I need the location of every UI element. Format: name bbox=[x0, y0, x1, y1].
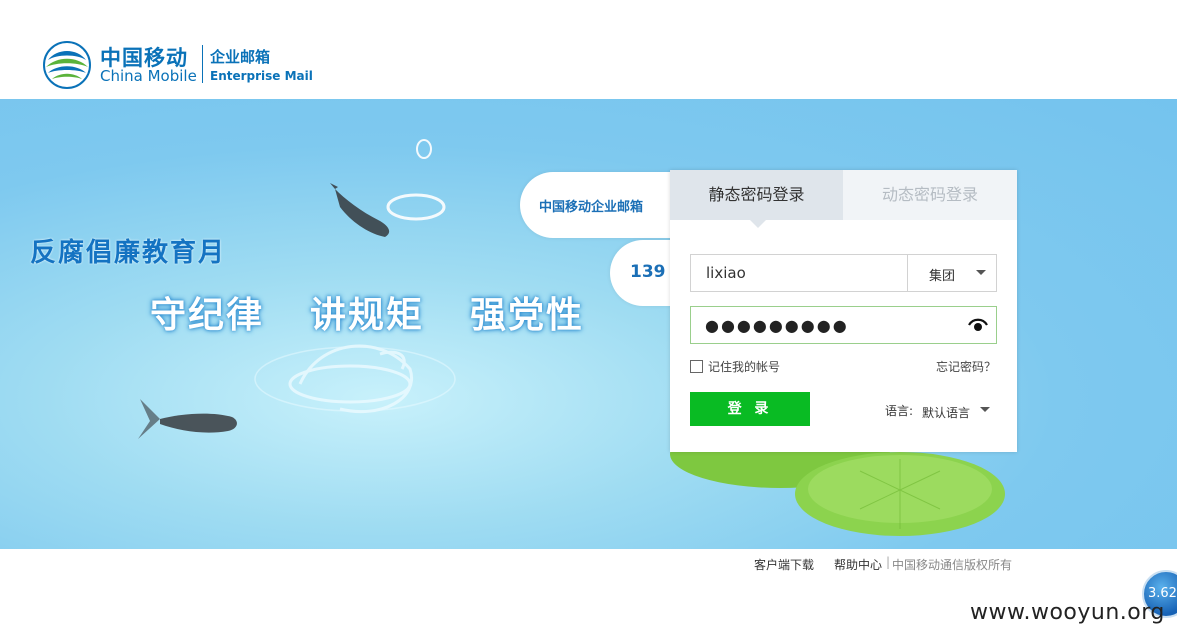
enterprise-mail-tab[interactable]: 中国移动企业邮箱 bbox=[520, 172, 674, 238]
login-panel: 静态密码登录 动态密码登录 集团 ●●●●●●●●● 记住我的帐号 忘记密码？ … bbox=[670, 170, 1017, 452]
show-password-eye-icon[interactable] bbox=[968, 317, 988, 333]
footer-separator: | bbox=[886, 555, 891, 569]
tab-dynamic-password[interactable]: 动态密码登录 bbox=[843, 170, 1017, 220]
mail-139-tab-label: 139 bbox=[630, 262, 666, 282]
username-field: 集团 bbox=[690, 254, 997, 292]
water-ripple-graphic bbox=[254, 344, 456, 414]
forgot-password-link[interactable]: 忘记密码？ bbox=[936, 358, 996, 375]
domain-select[interactable]: 集团 bbox=[907, 255, 997, 291]
water-drop-large bbox=[386, 193, 446, 221]
checkbox-box[interactable] bbox=[690, 360, 703, 373]
client-download-link[interactable]: 客户端下载 bbox=[754, 556, 814, 573]
remember-account-label: 记住我的帐号 bbox=[708, 360, 781, 374]
mail-139-tab[interactable]: 139 bbox=[610, 240, 674, 306]
footer: 客户端下载 帮助中心 | 中国移动通信版权所有 bbox=[0, 549, 1177, 642]
water-drop-small bbox=[416, 139, 432, 159]
language-select-value: 默认语言 bbox=[922, 406, 971, 420]
password-masked-value: ●●●●●●●●● bbox=[705, 316, 849, 335]
chevron-down-icon bbox=[976, 270, 986, 275]
language-select[interactable]: 默认语言 bbox=[922, 402, 992, 420]
login-tabs: 静态密码登录 动态密码登录 bbox=[670, 170, 1017, 228]
fish-top-graphic bbox=[330, 183, 390, 237]
help-center-link[interactable]: 帮助中心 bbox=[834, 556, 882, 573]
watermark-text: www.wooyun.org bbox=[970, 600, 1165, 625]
copyright-text: 中国移动通信版权所有 bbox=[892, 558, 1013, 572]
banner-slogan-2: 讲规矩 bbox=[310, 295, 425, 336]
enterprise-mail-tab-label: 中国移动企业邮箱 bbox=[539, 200, 644, 215]
product-name-chinese: 企业邮箱 bbox=[210, 48, 271, 66]
china-mobile-logo-icon bbox=[43, 41, 91, 89]
username-input[interactable] bbox=[691, 255, 906, 291]
product-name-english: Enterprise Mail bbox=[210, 69, 313, 83]
banner-slogan-3: 强党性 bbox=[470, 295, 585, 336]
header: 中国移动 China Mobile 企业邮箱 Enterprise Mail bbox=[0, 0, 1177, 99]
fish-bottom-graphic bbox=[138, 399, 237, 439]
logo-english-text: China Mobile bbox=[100, 67, 197, 85]
china-mobile-logo[interactable]: 中国移动 China Mobile 企业邮箱 Enterprise Mail bbox=[42, 40, 313, 90]
language-label: 语言: bbox=[885, 404, 914, 418]
version-badge-text: 3.62 bbox=[1148, 586, 1177, 601]
password-field[interactable]: ●●●●●●●●● bbox=[690, 306, 997, 344]
banner-slogan-1: 守纪律 bbox=[150, 295, 265, 336]
domain-select-value: 集团 bbox=[929, 269, 956, 284]
banner-slogan-title: 反腐倡廉教育月 bbox=[30, 238, 227, 268]
login-button[interactable]: 登 录 bbox=[690, 392, 810, 426]
tab-static-password[interactable]: 静态密码登录 bbox=[670, 170, 843, 228]
logo-divider bbox=[202, 45, 203, 83]
chevron-down-icon bbox=[980, 407, 990, 412]
